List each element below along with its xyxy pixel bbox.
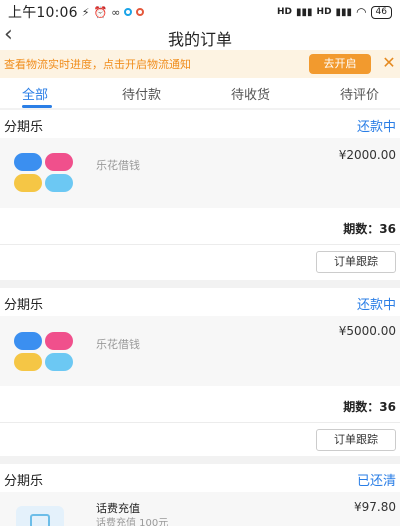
app-icon — [136, 8, 145, 16]
order-category: 分期乐 — [4, 474, 44, 489]
logistics-notice-banner: 查看物流实时进度，点击开启物流通知 去开启 ✕ — [0, 50, 400, 78]
order-card[interactable]: 分期乐 已还清 话费充值 话费充值 100元 ¥97.80 — [0, 464, 400, 526]
order-status: 已还清 — [356, 474, 396, 489]
tab-pending-review[interactable]: 待评价 — [340, 84, 379, 103]
product-subtitle: 话费充值 100元 — [96, 518, 169, 526]
tab-indicator — [22, 105, 52, 108]
tab-pending-receipt[interactable]: 待收货 — [231, 84, 270, 103]
order-item[interactable]: 乐花借钱 ¥5000.00 — [0, 316, 400, 386]
order-category: 分期乐 — [4, 120, 44, 135]
order-tracking-button[interactable]: 订单跟踪 — [316, 429, 396, 451]
product-name: 乐花借钱 — [96, 159, 140, 172]
order-card[interactable]: 分期乐 还款中 乐花借钱 ¥2000.00 期数：36 订单跟踪 — [0, 110, 400, 280]
order-card[interactable]: 分期乐 还款中 乐花借钱 ¥5000.00 期数：36 订单跟踪 — [0, 288, 400, 456]
order-status: 还款中 — [356, 298, 396, 313]
signal-icon: HD — [316, 7, 332, 17]
alarm-icon: ⏰ — [93, 5, 108, 19]
product-logo-icon — [14, 332, 74, 372]
enable-notification-button[interactable]: 去开启 — [309, 54, 371, 74]
order-tabs: 全部 待付款 待收货 待评价 — [0, 78, 400, 108]
installment-periods: 期数：36 — [343, 400, 396, 414]
link-icon: ∞ — [111, 5, 121, 19]
tab-all[interactable]: 全部 — [22, 84, 48, 103]
nav-bar: ‹ 我的订单 — [0, 24, 400, 50]
signal-bars-icon: ▮▮▮ — [296, 6, 313, 18]
order-status: 还款中 — [356, 120, 396, 135]
notice-text: 查看物流实时进度，点击开启物流通知 — [4, 58, 191, 71]
order-price: ¥97.80 — [354, 500, 396, 514]
order-tracking-button[interactable]: 订单跟踪 — [316, 251, 396, 273]
order-category: 分期乐 — [4, 298, 44, 313]
installment-periods: 期数：36 — [343, 222, 396, 236]
signal-bars-icon: ▮▮▮ — [335, 6, 353, 18]
divider — [0, 422, 400, 423]
app-icon — [124, 8, 133, 16]
wifi-icon: ◠ — [356, 5, 367, 19]
close-icon[interactable]: ✕ — [381, 53, 397, 73]
phone-recharge-icon — [16, 506, 64, 526]
status-time: 上午10:06 — [8, 5, 78, 21]
status-bar: 上午10:06 ⚡ ⏰ ∞ HD ▮▮▮ HD ▮▮▮ ◠ 46 — [0, 0, 400, 24]
product-name: 乐花借钱 — [96, 338, 140, 351]
product-logo-icon — [14, 153, 74, 193]
order-item[interactable]: 话费充值 话费充值 100元 ¥97.80 — [0, 492, 400, 526]
divider — [0, 244, 400, 245]
signal-icon: HD — [277, 7, 293, 17]
order-item[interactable]: 乐花借钱 ¥2000.00 — [0, 138, 400, 208]
notification-icon: ⚡ — [81, 5, 90, 19]
tab-pending-payment[interactable]: 待付款 — [122, 84, 161, 103]
page-title: 我的订单 — [167, 30, 232, 49]
battery-icon: 46 — [370, 5, 392, 19]
order-price: ¥2000.00 — [338, 148, 396, 162]
order-price: ¥5000.00 — [338, 324, 396, 338]
